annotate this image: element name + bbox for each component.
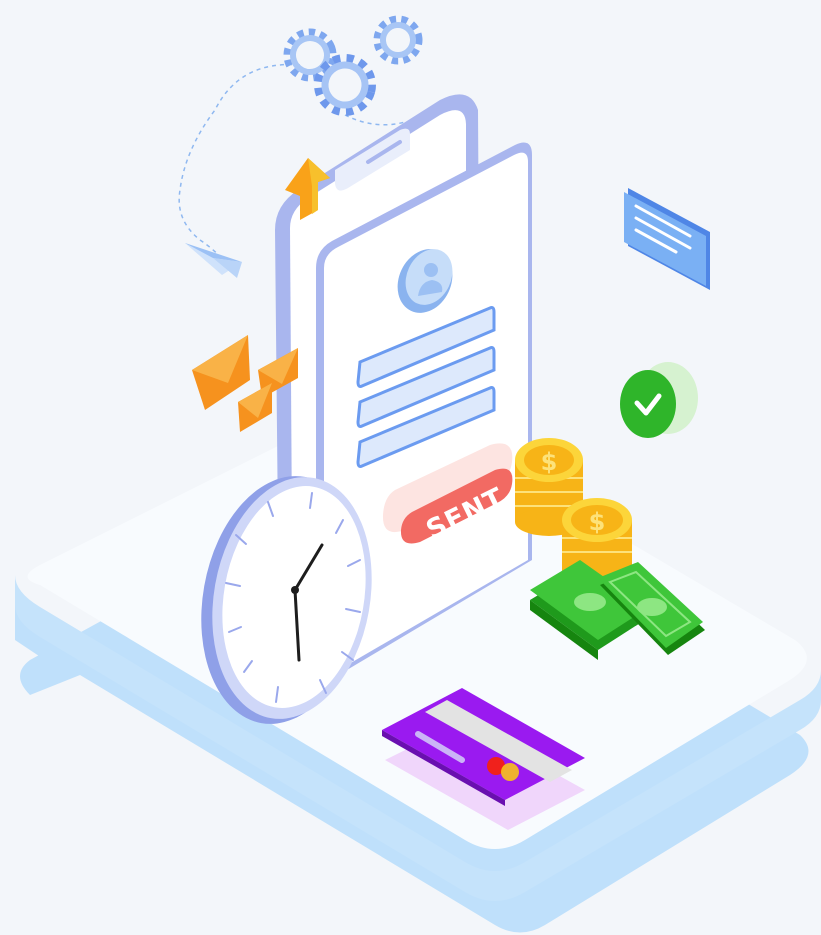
coin-symbol: $: [589, 508, 606, 536]
illustration-canvas: SENT $ $: [15, 15, 821, 933]
checkmark-icon: [620, 362, 698, 438]
envelope-icon: [238, 383, 272, 432]
illustration-scene: SENT $ $: [0, 0, 821, 935]
coin-symbol: $: [541, 448, 558, 476]
paper-plane-icon: [185, 243, 242, 278]
envelope-icon: [192, 335, 250, 410]
gear-icon: [373, 15, 423, 65]
chat-message-icon: [624, 188, 710, 290]
